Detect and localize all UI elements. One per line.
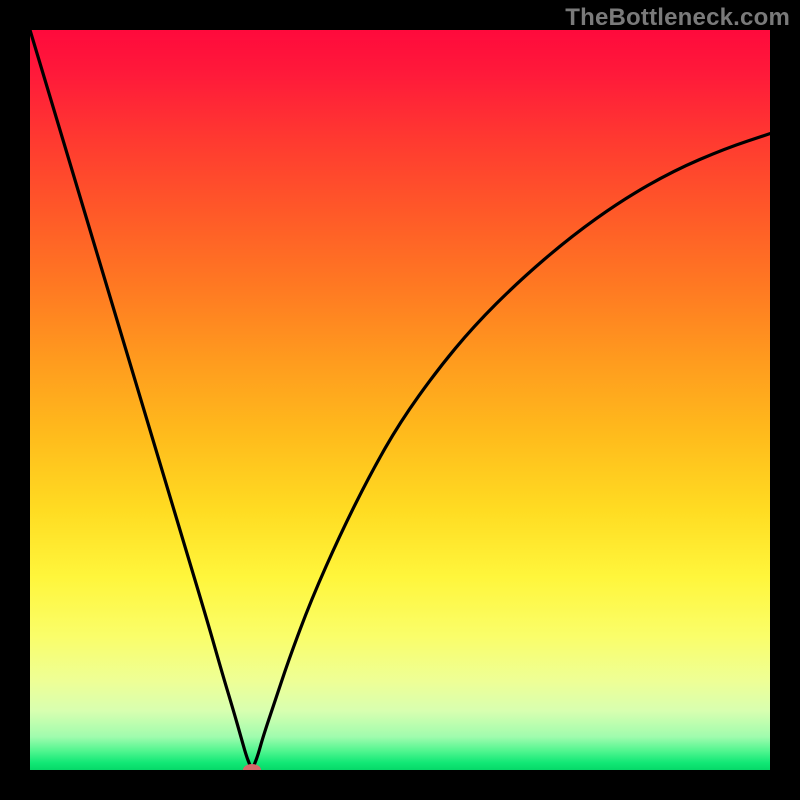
chart-canvas xyxy=(30,30,770,770)
watermark-text: TheBottleneck.com xyxy=(565,4,790,32)
chart-frame: TheBottleneck.com xyxy=(0,0,800,800)
plot-area xyxy=(30,30,770,770)
